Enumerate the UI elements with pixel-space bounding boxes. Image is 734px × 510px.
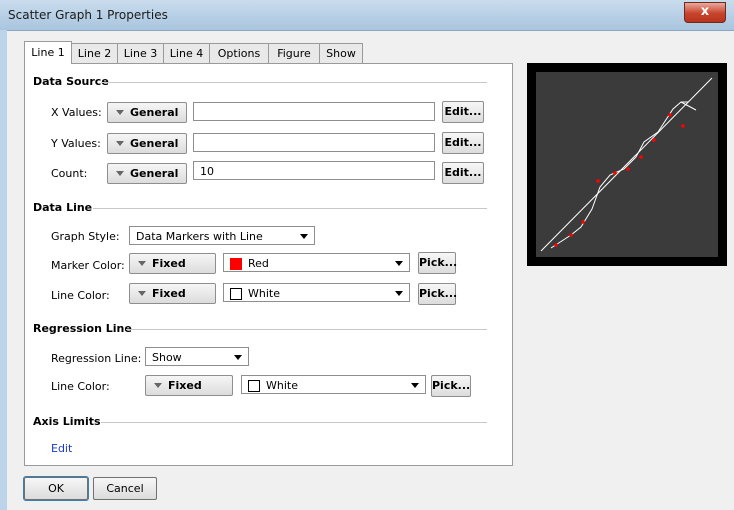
count-input[interactable]: 10 xyxy=(193,161,435,180)
close-button[interactable]: x xyxy=(684,2,726,23)
color-swatch xyxy=(248,380,260,392)
tab-line-1[interactable]: Line 1 xyxy=(24,41,72,64)
data-marker xyxy=(569,233,573,237)
color-swatch xyxy=(230,288,242,300)
line-color-mode-button[interactable]: Fixed xyxy=(129,283,216,304)
tab-line-4[interactable]: Line 4 xyxy=(163,43,210,64)
chevron-down-icon xyxy=(138,261,146,266)
marker-color-select[interactable]: Red xyxy=(223,253,410,272)
divider xyxy=(93,208,487,209)
properties-panel: Data Source X Values: General Edit... Y … xyxy=(24,63,513,466)
regression-line-heading: Regression Line xyxy=(33,322,132,335)
graph-preview xyxy=(527,63,727,266)
regression-line-color-pick-button[interactable]: Pick... xyxy=(431,375,471,397)
line-color-select[interactable]: White xyxy=(223,283,410,302)
divider xyxy=(126,329,487,330)
chevron-down-icon xyxy=(395,261,403,266)
y-values-edit-button[interactable]: Edit... xyxy=(442,132,484,154)
data-marker xyxy=(652,138,656,142)
marker-color-pick-button[interactable]: Pick... xyxy=(418,252,457,274)
data-marker xyxy=(554,243,558,247)
data-line-heading: Data Line xyxy=(33,201,93,214)
chevron-down-icon xyxy=(395,291,403,296)
data-source-heading: Data Source xyxy=(33,75,109,88)
axis-limits-edit-link[interactable]: Edit xyxy=(51,442,72,455)
x-values-edit-button[interactable]: Edit... xyxy=(442,101,484,123)
ok-button[interactable]: OK xyxy=(23,476,89,501)
cancel-button[interactable]: Cancel xyxy=(93,477,157,500)
data-marker xyxy=(596,179,600,183)
regression-line-select[interactable]: Show xyxy=(145,347,249,366)
y-values-input[interactable] xyxy=(193,133,435,152)
data-marker xyxy=(613,171,617,175)
tab-figure[interactable]: Figure xyxy=(268,43,320,64)
window-frame xyxy=(0,30,7,510)
tab-show[interactable]: Show xyxy=(319,43,363,64)
count-label: Count: xyxy=(51,167,88,180)
data-marker xyxy=(681,124,685,128)
regression-line-label: Regression Line: xyxy=(51,352,142,365)
graph-style-label: Graph Style: xyxy=(51,230,120,243)
chevron-down-icon xyxy=(138,291,146,296)
line-color-pick-button[interactable]: Pick... xyxy=(418,283,457,305)
count-edit-button[interactable]: Edit... xyxy=(442,162,484,184)
tab-line-3[interactable]: Line 3 xyxy=(117,43,164,64)
data-marker xyxy=(581,220,585,224)
data-marker xyxy=(639,155,643,159)
chevron-down-icon xyxy=(234,355,242,360)
axis-limits-heading: Axis Limits xyxy=(33,415,101,428)
data-marker xyxy=(626,167,630,171)
window-title: Scatter Graph 1 Properties xyxy=(8,8,168,22)
x-values-mode-button[interactable]: General xyxy=(107,102,187,123)
chevron-down-icon xyxy=(116,141,124,146)
chevron-down-icon xyxy=(300,234,308,239)
chevron-down-icon xyxy=(116,171,124,176)
chevron-down-icon xyxy=(116,110,124,115)
count-mode-button[interactable]: General xyxy=(107,163,187,184)
divider xyxy=(101,82,487,83)
color-swatch xyxy=(230,258,242,270)
line-color-label: Line Color: xyxy=(51,289,110,302)
x-values-input[interactable] xyxy=(193,102,435,121)
tab-line-2[interactable]: Line 2 xyxy=(71,43,118,64)
x-values-label: X Values: xyxy=(51,106,102,119)
y-values-mode-button[interactable]: General xyxy=(107,133,187,154)
preview-plot xyxy=(536,72,718,257)
chevron-down-icon xyxy=(411,383,419,388)
divider xyxy=(101,422,487,423)
y-values-label: Y Values: xyxy=(51,137,101,150)
marker-color-label: Marker Color: xyxy=(51,259,125,272)
regression-line-color-label: Line Color: xyxy=(51,380,110,393)
regression-line-color-select[interactable]: White xyxy=(241,375,426,394)
chevron-down-icon xyxy=(154,383,162,388)
data-marker xyxy=(668,113,672,117)
title-bar: Scatter Graph 1 Properties x xyxy=(0,0,734,31)
close-icon: x xyxy=(700,4,710,19)
marker-color-mode-button[interactable]: Fixed xyxy=(129,253,216,274)
regression-line-color-mode-button[interactable]: Fixed xyxy=(145,375,233,396)
graph-style-select[interactable]: Data Markers with Line xyxy=(129,226,315,245)
tab-options[interactable]: Options xyxy=(209,43,269,64)
